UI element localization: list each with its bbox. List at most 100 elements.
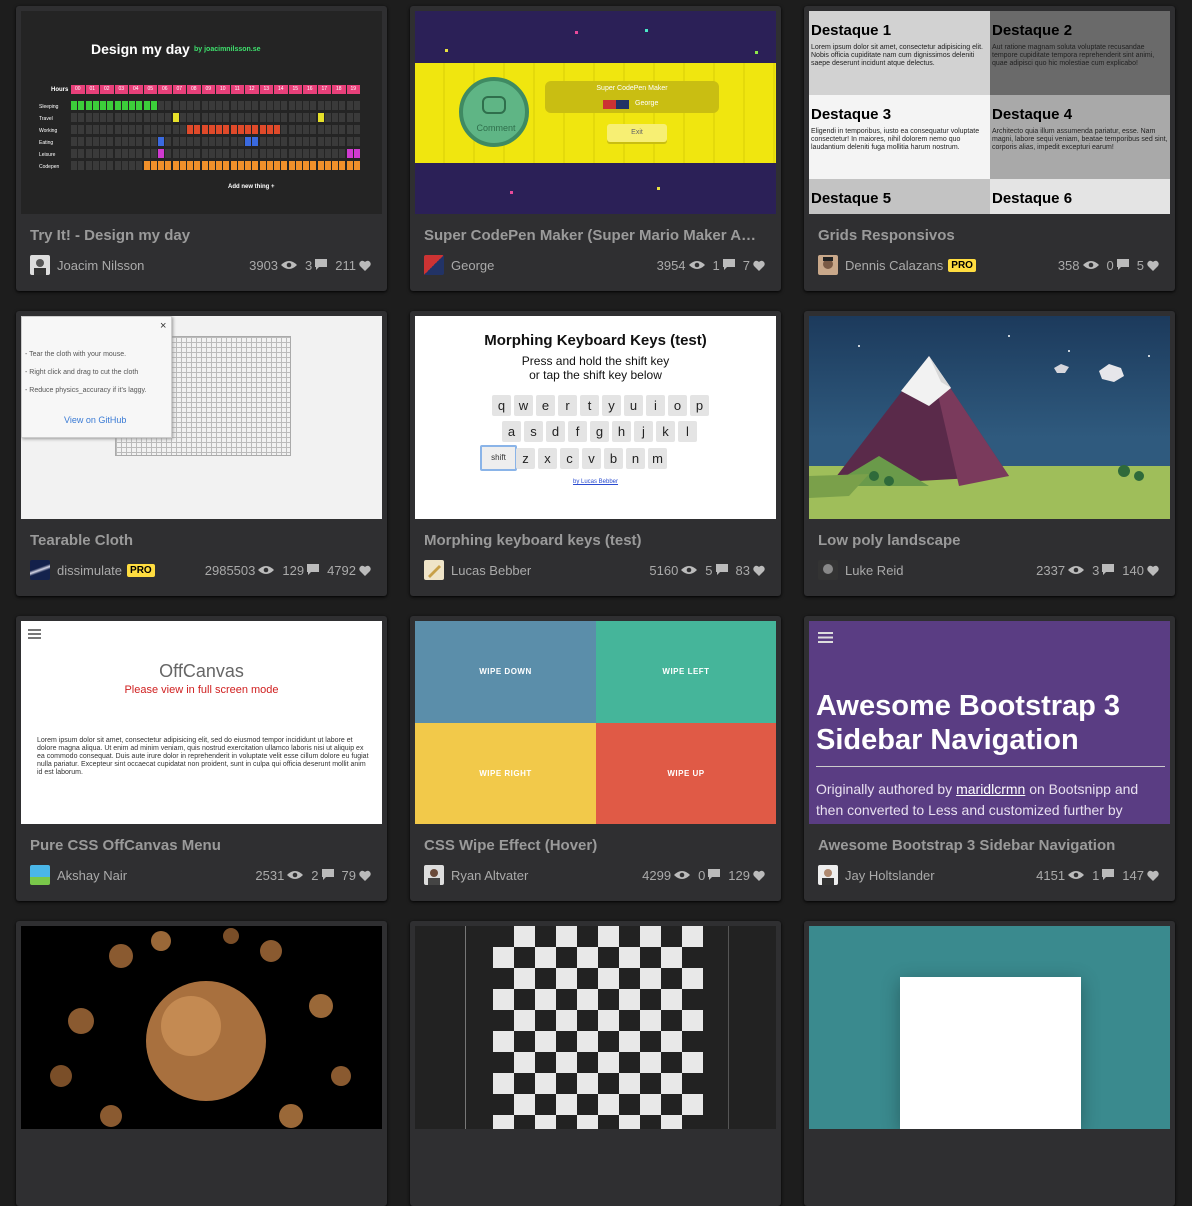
key-x[interactable]: x xyxy=(538,448,557,469)
time-slot[interactable] xyxy=(92,137,99,146)
time-slot[interactable] xyxy=(129,125,135,134)
time-slot[interactable] xyxy=(281,149,288,158)
wipe-right-tile[interactable]: WIPE RIGHT xyxy=(415,723,596,824)
time-slot[interactable] xyxy=(274,161,280,170)
time-slot[interactable] xyxy=(339,149,346,158)
time-slot[interactable] xyxy=(230,161,237,170)
author-name[interactable]: Jay Holtslander xyxy=(845,868,935,883)
time-slot[interactable] xyxy=(165,149,172,158)
key-r[interactable]: r xyxy=(558,395,577,416)
time-slot[interactable] xyxy=(129,101,135,110)
time-slot[interactable] xyxy=(259,149,266,158)
time-slot[interactable] xyxy=(107,101,114,110)
time-slot[interactable] xyxy=(107,137,114,146)
time-slot[interactable] xyxy=(136,149,143,158)
time-slot[interactable] xyxy=(71,137,77,146)
time-slot[interactable] xyxy=(346,125,353,134)
key-h[interactable]: h xyxy=(612,421,631,442)
likes-stat[interactable]: 129 xyxy=(728,868,765,883)
time-slot[interactable] xyxy=(100,137,106,146)
time-slot[interactable] xyxy=(230,149,237,158)
time-slot[interactable] xyxy=(114,149,121,158)
time-slot[interactable] xyxy=(165,137,172,146)
author-name[interactable]: George xyxy=(451,258,494,273)
comments-stat[interactable]: 0 xyxy=(698,868,721,883)
time-slot[interactable] xyxy=(310,149,317,158)
time-slot[interactable] xyxy=(295,161,302,170)
time-slot[interactable] xyxy=(310,113,317,122)
pen-card[interactable]: Morphing Keyboard Keys (test) Press and … xyxy=(410,311,781,596)
key-l[interactable]: l xyxy=(678,421,697,442)
time-slot[interactable] xyxy=(107,149,114,158)
time-slot[interactable] xyxy=(143,125,150,134)
likes-stat[interactable]: 83 xyxy=(736,563,765,578)
time-slot[interactable] xyxy=(165,125,172,134)
time-slot[interactable] xyxy=(252,113,259,122)
time-slot[interactable] xyxy=(353,149,360,158)
time-slot[interactable] xyxy=(150,149,157,158)
time-slot[interactable] xyxy=(114,101,121,110)
github-link[interactable]: View on GitHub xyxy=(64,415,126,425)
pen-preview[interactable]: Comment Super CodePen Maker George Exit xyxy=(415,11,776,214)
time-slot[interactable] xyxy=(245,101,251,110)
time-slot[interactable] xyxy=(266,161,273,170)
pro-badge[interactable]: PRO xyxy=(127,563,155,577)
time-slot[interactable] xyxy=(259,125,266,134)
time-slot[interactable] xyxy=(324,113,331,122)
time-slot[interactable] xyxy=(71,149,77,158)
time-slot[interactable] xyxy=(129,113,135,122)
time-slot[interactable] xyxy=(295,137,302,146)
time-slot[interactable] xyxy=(136,113,143,122)
likes-stat[interactable]: 140 xyxy=(1122,563,1159,578)
time-slot[interactable] xyxy=(288,149,295,158)
time-slot[interactable] xyxy=(223,149,230,158)
time-slot[interactable] xyxy=(179,113,186,122)
pen-preview[interactable] xyxy=(809,926,1170,1129)
time-slot[interactable] xyxy=(121,149,128,158)
pen-title[interactable]: Tearable Cloth xyxy=(30,532,370,549)
pen-title[interactable]: Low poly landscape xyxy=(818,532,1158,549)
time-slot[interactable] xyxy=(85,149,92,158)
likes-stat[interactable]: 147 xyxy=(1122,868,1159,883)
key-g[interactable]: g xyxy=(590,421,609,442)
time-slot[interactable] xyxy=(187,113,193,122)
key-i[interactable]: i xyxy=(646,395,665,416)
time-slot[interactable] xyxy=(353,161,360,170)
time-slot[interactable] xyxy=(114,113,121,122)
likes-stat[interactable]: 211 xyxy=(335,258,371,273)
time-slot[interactable] xyxy=(288,113,295,122)
time-slot[interactable] xyxy=(172,149,179,158)
time-slot[interactable] xyxy=(121,113,128,122)
time-slot[interactable] xyxy=(158,161,164,170)
time-slot[interactable] xyxy=(158,137,164,146)
time-slot[interactable] xyxy=(317,125,324,134)
pen-preview[interactable]: × - Tear the cloth with your mouse. - Ri… xyxy=(21,316,382,519)
time-slot[interactable] xyxy=(179,125,186,134)
pen-preview[interactable] xyxy=(415,926,776,1129)
time-slot[interactable] xyxy=(100,101,106,110)
pen-card[interactable]: × - Tear the cloth with your mouse. - Ri… xyxy=(16,311,387,596)
time-slot[interactable] xyxy=(317,149,324,158)
time-slot[interactable] xyxy=(274,113,280,122)
time-slot[interactable] xyxy=(78,149,85,158)
author-name[interactable]: Lucas Bebber xyxy=(451,563,531,578)
key-c[interactable]: c xyxy=(560,448,579,469)
pen-preview[interactable]: OffCanvas Please view in full screen mod… xyxy=(21,621,382,824)
time-slot[interactable] xyxy=(237,113,244,122)
time-slot[interactable] xyxy=(194,101,201,110)
pen-preview[interactable] xyxy=(809,316,1170,519)
time-slot[interactable] xyxy=(303,101,309,110)
time-slot[interactable] xyxy=(346,113,353,122)
key-u[interactable]: u xyxy=(624,395,643,416)
author-link[interactable]: maridlcrmn xyxy=(956,781,1025,797)
author-name[interactable]: Dennis Calazans xyxy=(845,258,943,273)
time-slot[interactable] xyxy=(245,137,251,146)
time-slot[interactable] xyxy=(150,113,157,122)
avatar[interactable] xyxy=(818,865,838,885)
time-slot[interactable] xyxy=(346,149,353,158)
time-slot[interactable] xyxy=(259,101,266,110)
time-slot[interactable] xyxy=(245,125,251,134)
avatar[interactable] xyxy=(424,560,444,580)
time-slot[interactable] xyxy=(150,101,157,110)
time-slot[interactable] xyxy=(143,101,150,110)
